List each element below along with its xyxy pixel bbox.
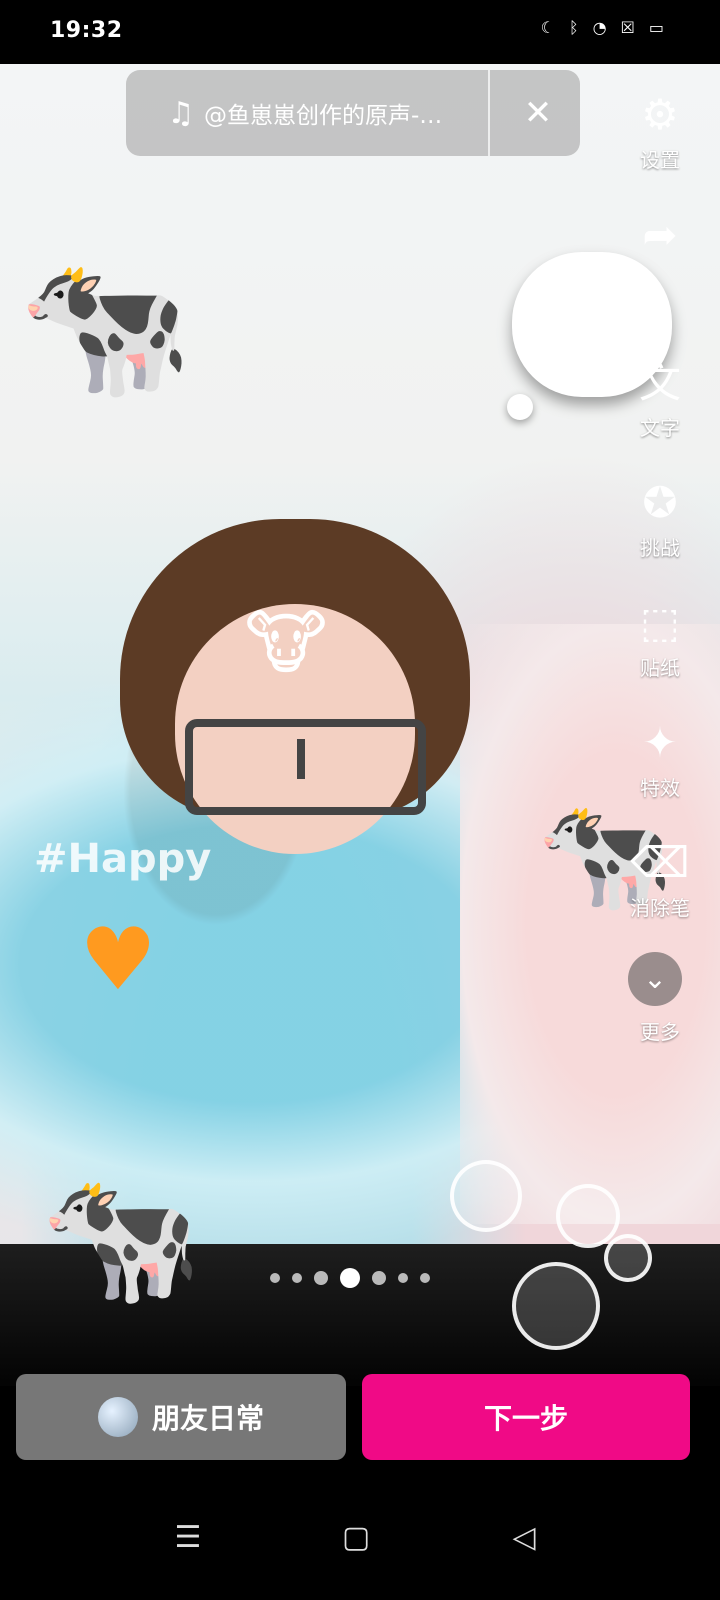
- page-dots: [270, 1268, 430, 1288]
- sticker-icon: ⬚: [640, 598, 680, 647]
- photo-canvas[interactable]: 🐮 ♥ 🐄 🐄 🐄 #Happy: [0, 64, 720, 1386]
- gear-icon: ⚙: [641, 90, 679, 139]
- tool-label: 挑战: [640, 536, 680, 560]
- system-nav-bar: ☰ ▢ ◁: [0, 1490, 720, 1600]
- bubble-3: [604, 1234, 652, 1282]
- friends-daily-button[interactable]: 朋友日常: [16, 1374, 346, 1460]
- hashtag-text[interactable]: #Happy: [34, 836, 211, 882]
- bottom-actions: 朋友日常 下一步: [0, 1374, 720, 1464]
- music-bar-divider: [488, 70, 490, 156]
- tool-label: 消除笔: [630, 896, 690, 920]
- page-dot[interactable]: [292, 1273, 302, 1283]
- close-icon[interactable]: ✕: [518, 93, 558, 133]
- bubble-2: [556, 1184, 620, 1248]
- tool-challenge[interactable]: ✪ 挑战: [630, 478, 690, 561]
- music-note-icon: ♫: [167, 95, 195, 131]
- friends-daily-label: 朋友日常: [151, 1402, 264, 1435]
- tool-settings[interactable]: ⚙ 设置: [630, 90, 690, 173]
- page-dot-active[interactable]: [340, 1268, 360, 1288]
- wifi-icon: ◔: [592, 18, 607, 37]
- page-dot[interactable]: [314, 1271, 328, 1285]
- music-bar[interactable]: ♫ @鱼崽崽创作的原声-… ✕: [126, 70, 580, 156]
- tool-text[interactable]: 文 文字: [630, 358, 690, 441]
- page-dot[interactable]: [398, 1273, 408, 1283]
- battery-icon: ▭: [648, 18, 664, 37]
- heart-sticker[interactable]: ♥: [70, 912, 166, 1008]
- tool-label: 更多: [640, 1020, 680, 1044]
- sparkle-icon: ✦: [642, 718, 678, 767]
- status-time: 19:32: [50, 18, 123, 43]
- cow-plush-sticker-top[interactable]: 🐄: [18, 184, 192, 469]
- status-icons: ☾ ᛒ ◔ ☒ ▭: [541, 18, 664, 37]
- back-triangle-icon[interactable]: ◁: [504, 1518, 544, 1558]
- page-dot[interactable]: [420, 1273, 430, 1283]
- tool-label: 文字: [640, 416, 680, 440]
- cloud-bubble-dot: [507, 394, 533, 420]
- tool-sticker[interactable]: ⬚ 贴纸: [630, 598, 690, 681]
- moon-icon: ☾: [540, 18, 555, 37]
- globe-icon: [97, 1397, 138, 1437]
- cow-head-sticker[interactable]: 🐮: [240, 602, 332, 684]
- eraser-icon: ⌫: [630, 838, 690, 887]
- tool-more[interactable]: ⌄ 更多: [628, 952, 690, 1045]
- page-dot[interactable]: [270, 1273, 280, 1283]
- tool-share[interactable]: ➦: [630, 210, 690, 264]
- tool-eraser[interactable]: ⌫ 消除笔: [630, 838, 690, 921]
- bluetooth-icon: ᛒ: [568, 18, 579, 37]
- tool-label: 贴纸: [640, 656, 680, 680]
- star-icon: ✪: [642, 478, 678, 527]
- tool-effects[interactable]: ✦ 特效: [630, 718, 690, 801]
- status-bar: 19:32 ☾ ᛒ ◔ ☒ ▭: [0, 0, 720, 64]
- close-box-icon: ☒: [620, 18, 635, 37]
- tool-label: 特效: [640, 776, 680, 800]
- music-title: @鱼崽崽创作的原声-…: [204, 103, 443, 129]
- page-dot[interactable]: [372, 1271, 386, 1285]
- bubble-1: [450, 1160, 522, 1232]
- glasses-bridge: [297, 739, 305, 779]
- home-square-icon[interactable]: ▢: [336, 1518, 376, 1558]
- bubble-4: [512, 1262, 600, 1350]
- tool-label: 设置: [640, 148, 680, 172]
- text-icon: 文: [638, 358, 681, 407]
- chevron-down-icon[interactable]: ⌄: [628, 952, 682, 1006]
- glasses-sticker[interactable]: [185, 719, 426, 815]
- cow-plush-sticker-bottom[interactable]: 🐄: [36, 1112, 206, 1362]
- share-icon: ➦: [642, 210, 678, 259]
- menu-icon[interactable]: ☰: [168, 1518, 208, 1558]
- next-step-button[interactable]: 下一步: [362, 1374, 690, 1460]
